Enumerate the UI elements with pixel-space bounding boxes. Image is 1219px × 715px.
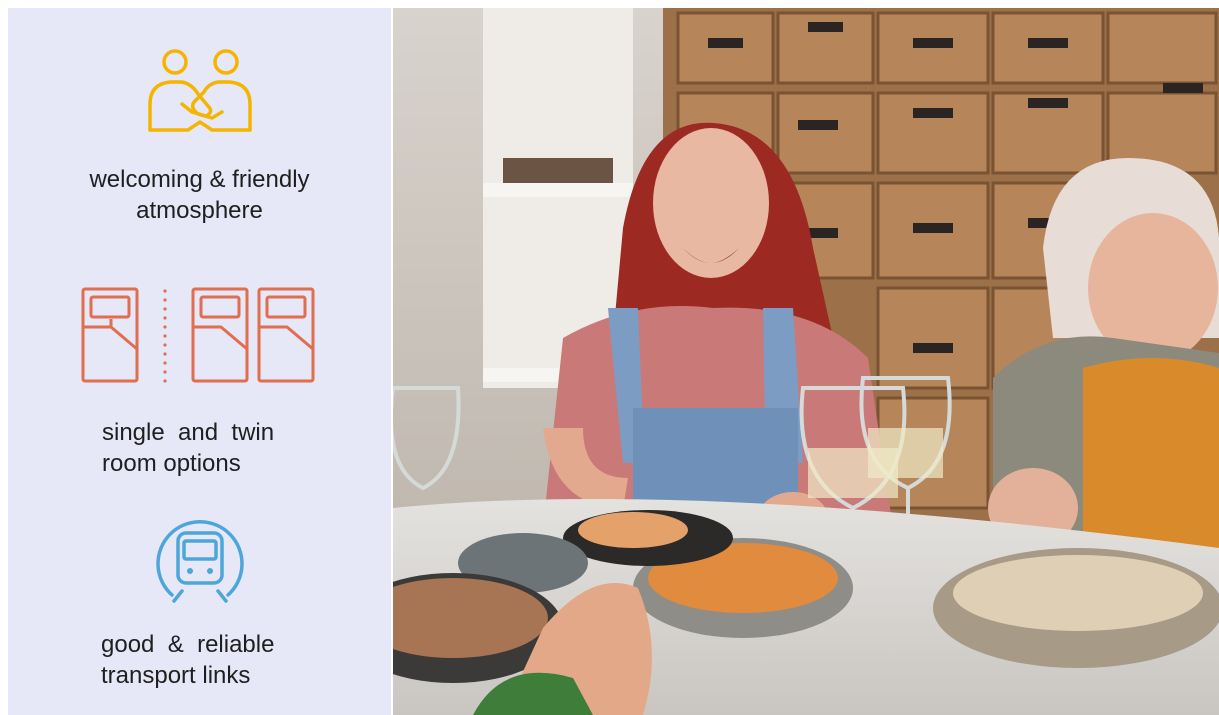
feature-rooms: single and twin room options <box>8 287 391 479</box>
feature-label-line: room options <box>102 450 241 477</box>
train-icon <box>155 519 244 603</box>
feature-label-line: transport links <box>101 662 251 689</box>
handshake-icon <box>147 49 252 132</box>
feature-label-line: welcoming & friendly <box>89 166 310 193</box>
feature-transport: good & reliable transport links <box>8 517 391 691</box>
feature-label-line: single and twin <box>102 419 275 446</box>
feature-label-line: good & reliable <box>101 631 275 658</box>
dining-photo <box>393 8 1219 715</box>
features-panel: welcoming & friendly atmosphere single a… <box>8 8 391 715</box>
bed-icon <box>81 287 315 383</box>
feature-label-line: atmosphere <box>136 197 263 224</box>
feature-welcoming: welcoming & friendly atmosphere <box>8 48 391 226</box>
